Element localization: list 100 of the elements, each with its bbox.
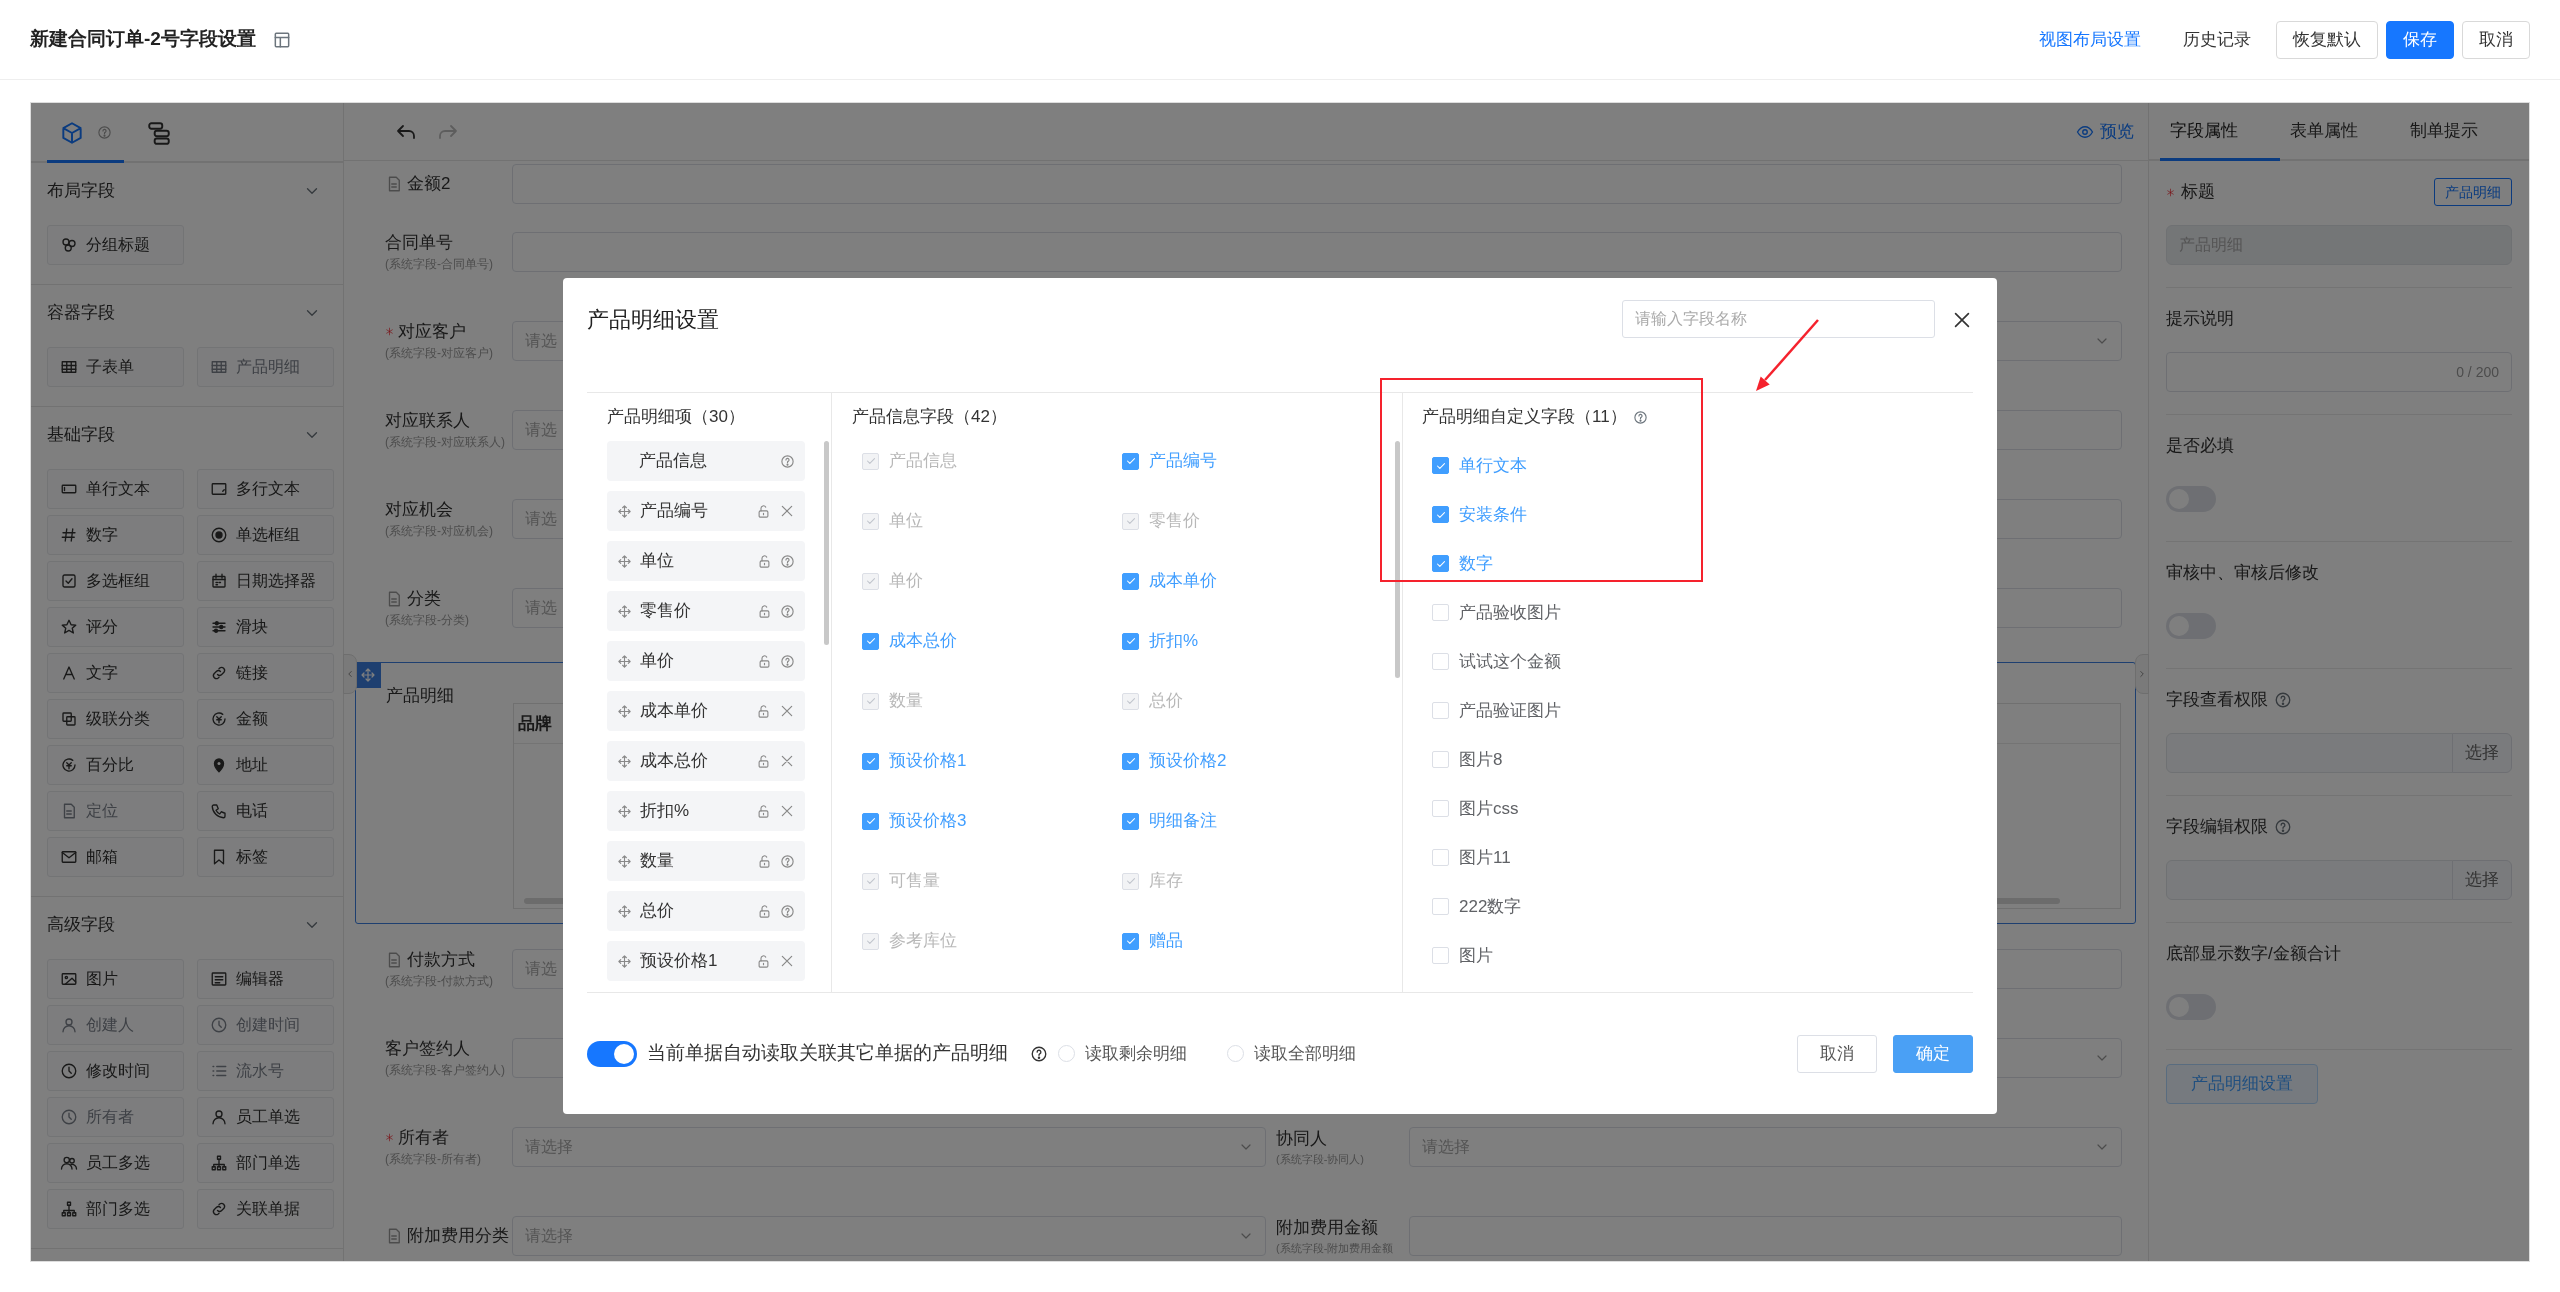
field-type-item[interactable]: 分组标题 — [47, 225, 184, 265]
text-button[interactable]: 历史记录 — [2166, 20, 2268, 59]
field-item[interactable]: 单价 — [607, 641, 805, 681]
field-type-item[interactable]: 级联分类 — [47, 699, 184, 739]
field-item[interactable]: 数量 — [607, 841, 805, 881]
field-type-item[interactable]: 员工单选 — [197, 1097, 334, 1137]
primary-button[interactable]: 保存 — [2386, 20, 2454, 59]
field-type-item[interactable]: 部门多选 — [47, 1189, 184, 1229]
collapse-handle[interactable] — [2135, 654, 2149, 694]
checkbox[interactable] — [1432, 506, 1449, 523]
field-type-item[interactable]: 部门单选 — [197, 1143, 334, 1183]
field-type-item[interactable]: 编辑器 — [197, 959, 334, 999]
field-type-item[interactable]: 文字 — [47, 653, 184, 693]
field-type-item[interactable]: 单选框组 — [197, 515, 334, 555]
field-type-item[interactable]: 地址 — [197, 745, 334, 785]
checkbox[interactable] — [1432, 457, 1449, 474]
field-type-item[interactable]: 百分比 — [47, 745, 184, 785]
field-item[interactable]: 零售价 — [607, 591, 805, 631]
field-label: 协同人 — [1276, 1127, 1327, 1150]
checkbox-label: 产品验证图片 — [1459, 699, 1561, 722]
checkbox-label: 单行文本 — [1459, 454, 1527, 477]
field-label: 标题 — [2181, 181, 2215, 204]
checkbox[interactable] — [1122, 812, 1139, 830]
field-type-item[interactable]: 电话 — [197, 791, 334, 831]
checkbox-label: 折扣% — [1149, 630, 1199, 653]
confirm-button[interactable]: 确定 — [1893, 1034, 1973, 1073]
calendar-icon — [210, 572, 228, 590]
drag-icon — [617, 603, 632, 619]
field-type-item[interactable]: 关联单据 — [197, 1189, 334, 1229]
search-field[interactable]: 请输入字段名称 — [1622, 300, 1935, 338]
field-type-item[interactable]: 金额 — [197, 699, 334, 739]
field-type-item[interactable]: 单行文本 — [47, 469, 184, 509]
checkbox-label: 产品信息 — [889, 450, 957, 473]
checkbox[interactable] — [1122, 932, 1139, 950]
checkbox-label: 数量 — [889, 690, 923, 713]
preview-button[interactable]: 预览 — [2076, 118, 2134, 145]
field-type-item[interactable]: 链接 — [197, 653, 334, 693]
radio-button[interactable] — [1227, 1045, 1244, 1062]
button[interactable]: 取消 — [2462, 20, 2530, 59]
editor-icon — [210, 970, 228, 988]
remove-icon[interactable] — [779, 503, 795, 519]
checkbox[interactable] — [1122, 752, 1139, 770]
field-type-item[interactable]: 日期选择器 — [197, 561, 334, 601]
checkbox[interactable] — [862, 752, 879, 770]
remove-icon[interactable] — [779, 803, 795, 819]
toggle-switch[interactable] — [587, 1040, 637, 1067]
cancel-button[interactable]: 取消 — [1797, 1034, 1877, 1073]
tab[interactable]: 制单提示 — [2400, 103, 2520, 161]
tab[interactable]: 表单属性 — [2280, 103, 2400, 161]
lock-icon — [756, 953, 771, 969]
drag-handle[interactable] — [355, 662, 381, 688]
checkbox[interactable] — [1122, 452, 1139, 470]
section-title: 容器字段 — [47, 302, 115, 325]
tag-button[interactable]: 产品明细 — [2434, 178, 2512, 206]
field-item[interactable]: 总价 — [607, 891, 805, 931]
field-item[interactable]: 成本单价 — [607, 691, 805, 731]
select-button[interactable]: 选择 — [2452, 733, 2512, 773]
text-link[interactable]: 视图布局设置 — [2022, 20, 2158, 59]
field-item[interactable]: 产品编号 — [607, 491, 805, 531]
remove-icon[interactable] — [779, 703, 795, 719]
radio-button[interactable] — [1058, 1045, 1075, 1062]
field-type-item[interactable]: 邮箱 — [47, 837, 184, 877]
select-button[interactable]: 选择 — [2452, 860, 2512, 900]
phone-icon — [210, 802, 228, 820]
scrollbar-thumb[interactable] — [1395, 441, 1400, 678]
field-label: 对应机会 — [385, 498, 453, 521]
field-type-item[interactable]: 标签 — [197, 837, 334, 877]
remove-icon[interactable] — [779, 953, 795, 969]
checkbox-label: 产品编号 — [1149, 450, 1217, 473]
field-type-item[interactable]: 评分 — [47, 607, 184, 647]
cube-icon — [59, 119, 85, 146]
button[interactable]: 恢复默认 — [2276, 20, 2378, 59]
collapse-handle[interactable] — [343, 654, 357, 694]
checkbox[interactable] — [862, 812, 879, 830]
field-type-item[interactable]: 修改时间 — [47, 1051, 184, 1091]
field-type-item[interactable]: 图片 — [47, 959, 184, 999]
field-type-item[interactable]: 多选框组 — [47, 561, 184, 601]
field-type-item[interactable]: 员工多选 — [47, 1143, 184, 1183]
drag-icon — [617, 503, 632, 519]
field-item[interactable]: 预设价格1 — [607, 941, 805, 981]
field-item[interactable]: 单位 — [607, 541, 805, 581]
field-type-item[interactable]: 滑块 — [197, 607, 334, 647]
scrollbar-thumb[interactable] — [824, 441, 829, 645]
coin-icon — [210, 710, 228, 728]
field-type-item[interactable]: 子表单 — [47, 347, 184, 387]
checkbox-label: 图片css — [1459, 797, 1519, 820]
link-icon — [210, 1200, 228, 1218]
field-item[interactable]: 产品信息 — [607, 441, 805, 481]
checkbox[interactable] — [1122, 632, 1139, 650]
field-type-item[interactable]: 数字 — [47, 515, 184, 555]
field-type-item[interactable]: 多行文本 — [197, 469, 334, 509]
remove-icon[interactable] — [779, 753, 795, 769]
checkbox[interactable] — [1122, 572, 1139, 590]
field-label: 是否必填 — [2166, 435, 2234, 458]
tab[interactable]: 字段属性 — [2160, 103, 2280, 161]
field-item[interactable]: 成本总价 — [607, 741, 805, 781]
caret-icon — [345, 669, 355, 679]
checkbox[interactable] — [862, 632, 879, 650]
field-item[interactable]: 折扣% — [607, 791, 805, 831]
checkbox[interactable] — [1432, 555, 1449, 572]
